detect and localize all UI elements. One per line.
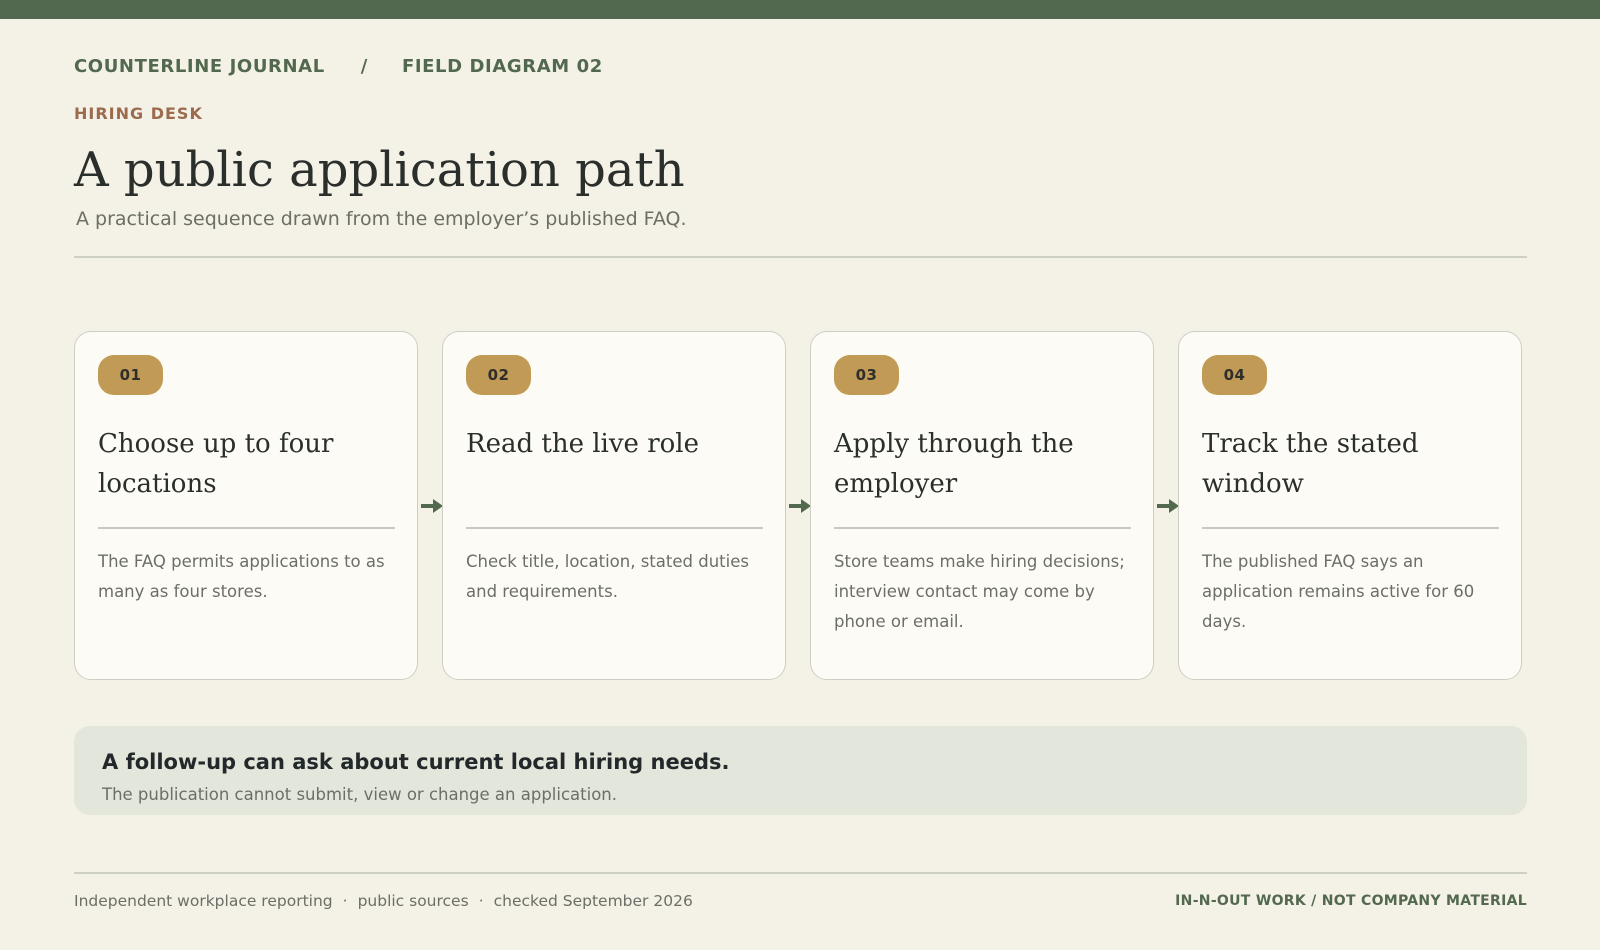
breadcrumb-separator: / — [360, 56, 368, 77]
footer-separator: · — [478, 892, 484, 910]
step-card-4: 04 Track the stated window The published… — [1178, 331, 1522, 680]
step-number-badge: 02 — [466, 355, 531, 395]
step-title: Read the live role — [466, 429, 699, 459]
footer-credits: Independent workplace reporting · public s… — [74, 892, 693, 910]
step-description: The published FAQ says an application re… — [1202, 552, 1475, 631]
header-divider — [74, 256, 1527, 258]
step-card-3: 03 Apply through the employer Store team… — [810, 331, 1154, 680]
note-headline: A follow-up can ask about current local … — [102, 750, 730, 774]
step-card-2: 02 Read the live role Check title, locat… — [442, 331, 786, 680]
page-title: A public application path — [74, 142, 685, 198]
diagram-page: COUNTERLINE JOURNAL / FIELD DIAGRAM 02 HIR… — [74, 0, 1527, 950]
step-card-1: 01 Choose up to four locations The FAQ p… — [74, 331, 418, 680]
footer-disclaimer: IN-N-OUT WORK / NOT COMPANY MATERIAL — [1175, 893, 1527, 909]
page-subtitle: A practical sequence drawn from the empl… — [76, 208, 687, 230]
step-number-badge: 03 — [834, 355, 899, 395]
step-number-badge: 04 — [1202, 355, 1267, 395]
step-divider — [98, 527, 395, 529]
section-kicker: HIRING DESK — [74, 104, 203, 123]
step-title: Track the stated window — [1202, 429, 1419, 499]
footer-item: Independent workplace reporting — [74, 892, 333, 910]
step-number-badge: 01 — [98, 355, 163, 395]
section-name[interactable]: FIELD DIAGRAM 02 — [402, 56, 603, 77]
step-divider — [1202, 527, 1499, 529]
publication-name[interactable]: COUNTERLINE JOURNAL — [74, 56, 325, 77]
breadcrumb: COUNTERLINE JOURNAL / FIELD DIAGRAM 02 — [74, 56, 603, 77]
step-divider — [466, 527, 763, 529]
footer-divider — [74, 872, 1527, 874]
follow-up-note: A follow-up can ask about current local … — [74, 726, 1527, 815]
step-title: Apply through the employer — [834, 429, 1074, 499]
footer-item: public sources — [357, 892, 469, 910]
step-description: Check title, location, stated duties and… — [466, 552, 749, 601]
footer-item: checked September 2026 — [493, 892, 693, 910]
note-subtext: The publication cannot submit, view or c… — [102, 785, 617, 804]
step-description: The FAQ permits applications to as many … — [98, 552, 385, 601]
footer-separator: · — [342, 892, 348, 910]
step-description: Store teams make hiring decisions; inter… — [834, 552, 1125, 631]
step-title: Choose up to four locations — [98, 429, 334, 499]
step-divider — [834, 527, 1131, 529]
